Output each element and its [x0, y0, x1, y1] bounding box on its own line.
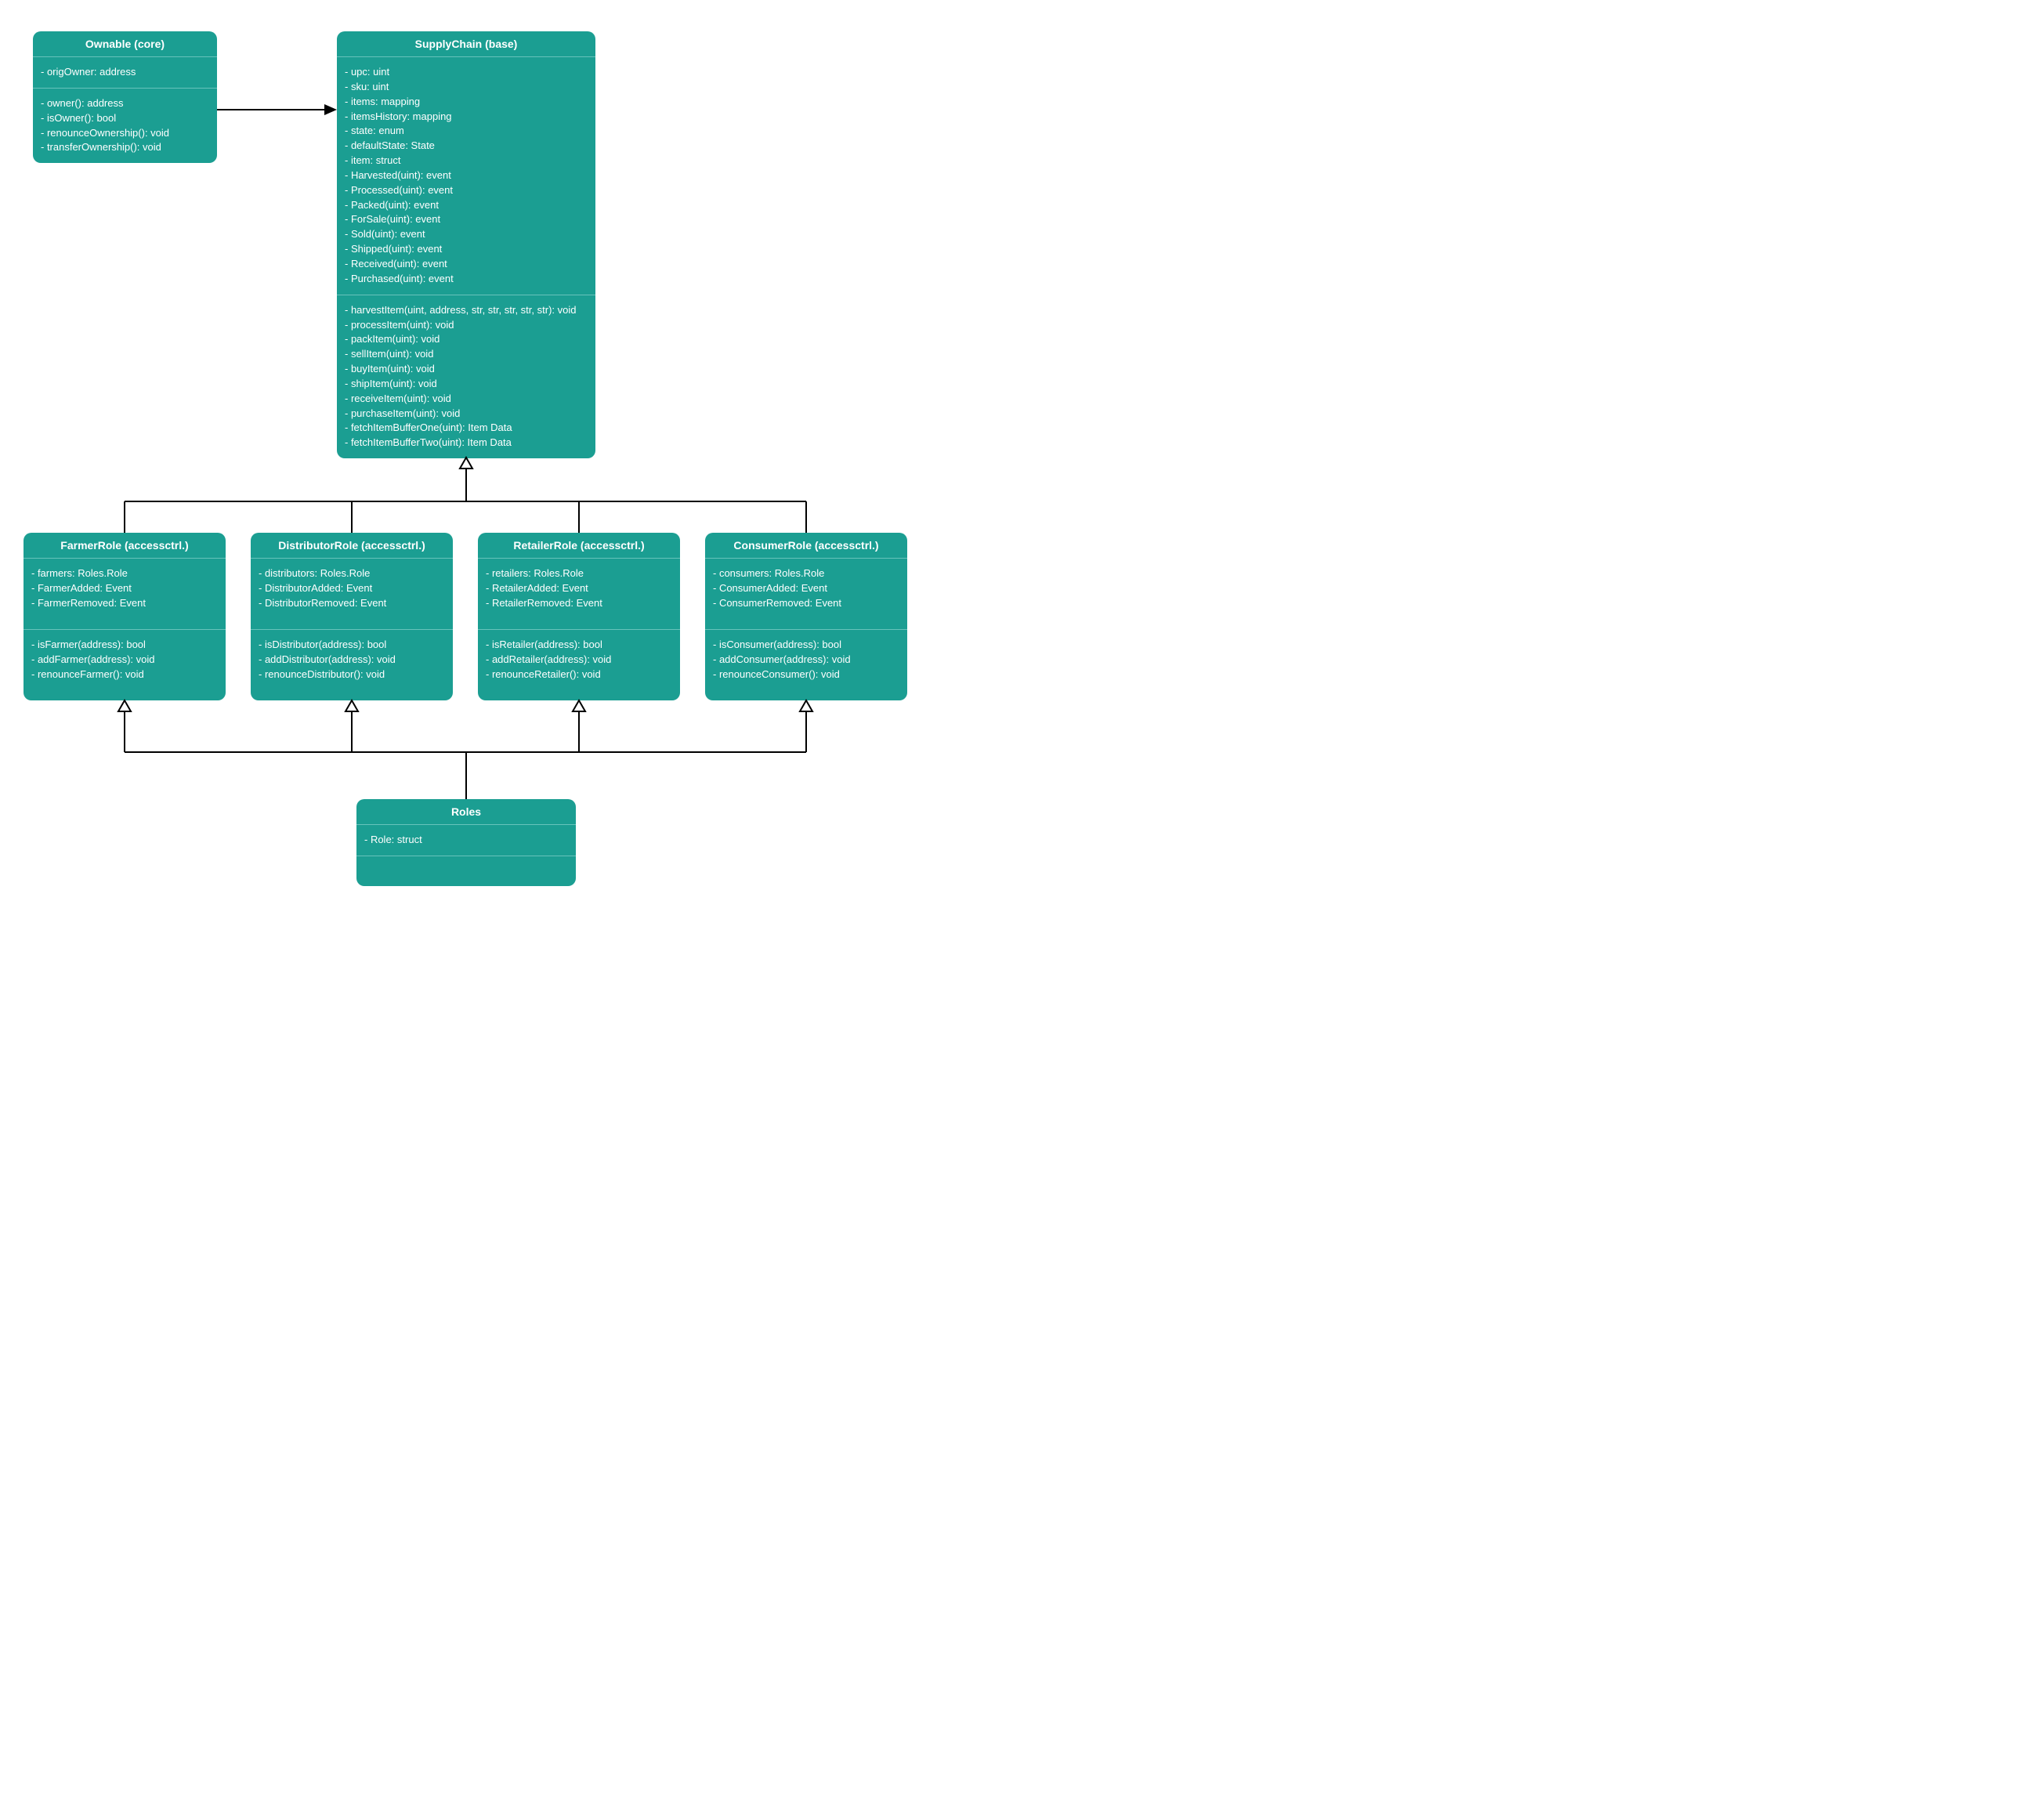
edge-ownable-to-supplychain: [217, 104, 337, 115]
attr-line: - defaultState: State: [345, 139, 588, 154]
class-methods: - isRetailer(address): bool - addRetaile…: [478, 630, 680, 700]
class-methods: - isConsumer(address): bool - addConsume…: [705, 630, 907, 700]
class-farmer-role: FarmerRole (accessctrl.) - farmers: Role…: [24, 533, 226, 700]
attr-line: - upc: uint: [345, 65, 588, 80]
method-line: - isOwner(): bool: [41, 111, 209, 126]
class-title: ConsumerRole (accessctrl.): [705, 533, 907, 559]
attr-line: - FarmerRemoved: Event: [31, 596, 218, 611]
attr-line: - ConsumerRemoved: Event: [713, 596, 899, 611]
attr-line: - FarmerAdded: Event: [31, 581, 218, 596]
attr-line: - Shipped(uint): event: [345, 242, 588, 257]
class-distributor-role: DistributorRole (accessctrl.) - distribu…: [251, 533, 453, 700]
class-attrs: - upc: uint - sku: uint - items: mapping…: [337, 57, 595, 295]
class-consumer-role: ConsumerRole (accessctrl.) - consumers: …: [705, 533, 907, 700]
method-line: - addDistributor(address): void: [259, 653, 445, 668]
attr-line: - Role: struct: [364, 833, 568, 848]
method-line: - purchaseItem(uint): void: [345, 407, 588, 421]
method-line: - renounceRetailer(): void: [486, 668, 672, 682]
attr-line: - Packed(uint): event: [345, 198, 588, 213]
edge-roles-class-to-role-boxes: [118, 700, 812, 799]
class-attrs: - farmers: Roles.Role - FarmerAdded: Eve…: [24, 559, 226, 630]
attr-line: - Purchased(uint): event: [345, 272, 588, 287]
method-line: - isFarmer(address): bool: [31, 638, 218, 653]
method-line: - addRetailer(address): void: [486, 653, 672, 668]
class-title: FarmerRole (accessctrl.): [24, 533, 226, 559]
class-title: DistributorRole (accessctrl.): [251, 533, 453, 559]
class-ownable: Ownable (core) - origOwner: address - ow…: [33, 31, 217, 163]
method-line: - addConsumer(address): void: [713, 653, 899, 668]
class-attrs: - Role: struct: [356, 825, 576, 856]
method-line: - isRetailer(address): bool: [486, 638, 672, 653]
class-title: Roles: [356, 799, 576, 825]
method-line: - isDistributor(address): bool: [259, 638, 445, 653]
attr-line: - consumers: Roles.Role: [713, 566, 899, 581]
edge-roles-to-supplychain: [125, 458, 806, 533]
method-line: - renounceOwnership(): void: [41, 126, 209, 141]
class-roles: Roles - Role: struct: [356, 799, 576, 886]
attr-line: - itemsHistory: mapping: [345, 110, 588, 125]
class-retailer-role: RetailerRole (accessctrl.) - retailers: …: [478, 533, 680, 700]
method-line: - shipItem(uint): void: [345, 377, 588, 392]
attr-line: - RetailerRemoved: Event: [486, 596, 672, 611]
class-attrs: - origOwner: address: [33, 57, 217, 89]
class-methods: [356, 856, 576, 886]
attr-line: - DistributorRemoved: Event: [259, 596, 445, 611]
attr-line: - items: mapping: [345, 95, 588, 110]
method-line: - renounceDistributor(): void: [259, 668, 445, 682]
attr-line: - Received(uint): event: [345, 257, 588, 272]
attr-line: - Processed(uint): event: [345, 183, 588, 198]
method-line: - isConsumer(address): bool: [713, 638, 899, 653]
class-attrs: - distributors: Roles.Role - Distributor…: [251, 559, 453, 630]
class-supplychain: SupplyChain (base) - upc: uint - sku: ui…: [337, 31, 595, 458]
attr-line: - Harvested(uint): event: [345, 168, 588, 183]
attr-line: - ConsumerAdded: Event: [713, 581, 899, 596]
class-title: SupplyChain (base): [337, 31, 595, 57]
method-line: - renounceFarmer(): void: [31, 668, 218, 682]
attr-line: - state: enum: [345, 124, 588, 139]
method-line: - fetchItemBufferTwo(uint): Item Data: [345, 436, 588, 450]
class-attrs: - consumers: Roles.Role - ConsumerAdded:…: [705, 559, 907, 630]
method-line: - receiveItem(uint): void: [345, 392, 588, 407]
class-attrs: - retailers: Roles.Role - RetailerAdded:…: [478, 559, 680, 630]
class-title: RetailerRole (accessctrl.): [478, 533, 680, 559]
method-line: - harvestItem(uint, address, str, str, s…: [345, 303, 588, 318]
attr-line: - distributors: Roles.Role: [259, 566, 445, 581]
attr-line: - farmers: Roles.Role: [31, 566, 218, 581]
class-title: Ownable (core): [33, 31, 217, 57]
attr-line: - RetailerAdded: Event: [486, 581, 672, 596]
attr-line: - sku: uint: [345, 80, 588, 95]
class-methods: - owner(): address - isOwner(): bool - r…: [33, 89, 217, 163]
method-line: - addFarmer(address): void: [31, 653, 218, 668]
attr-line: - ForSale(uint): event: [345, 212, 588, 227]
attr-line: - Sold(uint): event: [345, 227, 588, 242]
method-line: - sellItem(uint): void: [345, 347, 588, 362]
method-line: - owner(): address: [41, 96, 209, 111]
attr-line: - DistributorAdded: Event: [259, 581, 445, 596]
method-line: - packItem(uint): void: [345, 332, 588, 347]
attr-line: - item: struct: [345, 154, 588, 168]
method-line: - buyItem(uint): void: [345, 362, 588, 377]
class-methods: - isDistributor(address): bool - addDist…: [251, 630, 453, 700]
method-line: - renounceConsumer(): void: [713, 668, 899, 682]
class-methods: - isFarmer(address): bool - addFarmer(ad…: [24, 630, 226, 700]
attr-line: - origOwner: address: [41, 65, 209, 80]
method-line: - fetchItemBufferOne(uint): Item Data: [345, 421, 588, 436]
class-methods: - harvestItem(uint, address, str, str, s…: [337, 295, 595, 458]
method-line: - transferOwnership(): void: [41, 140, 209, 155]
method-line: - processItem(uint): void: [345, 318, 588, 333]
attr-line: - retailers: Roles.Role: [486, 566, 672, 581]
